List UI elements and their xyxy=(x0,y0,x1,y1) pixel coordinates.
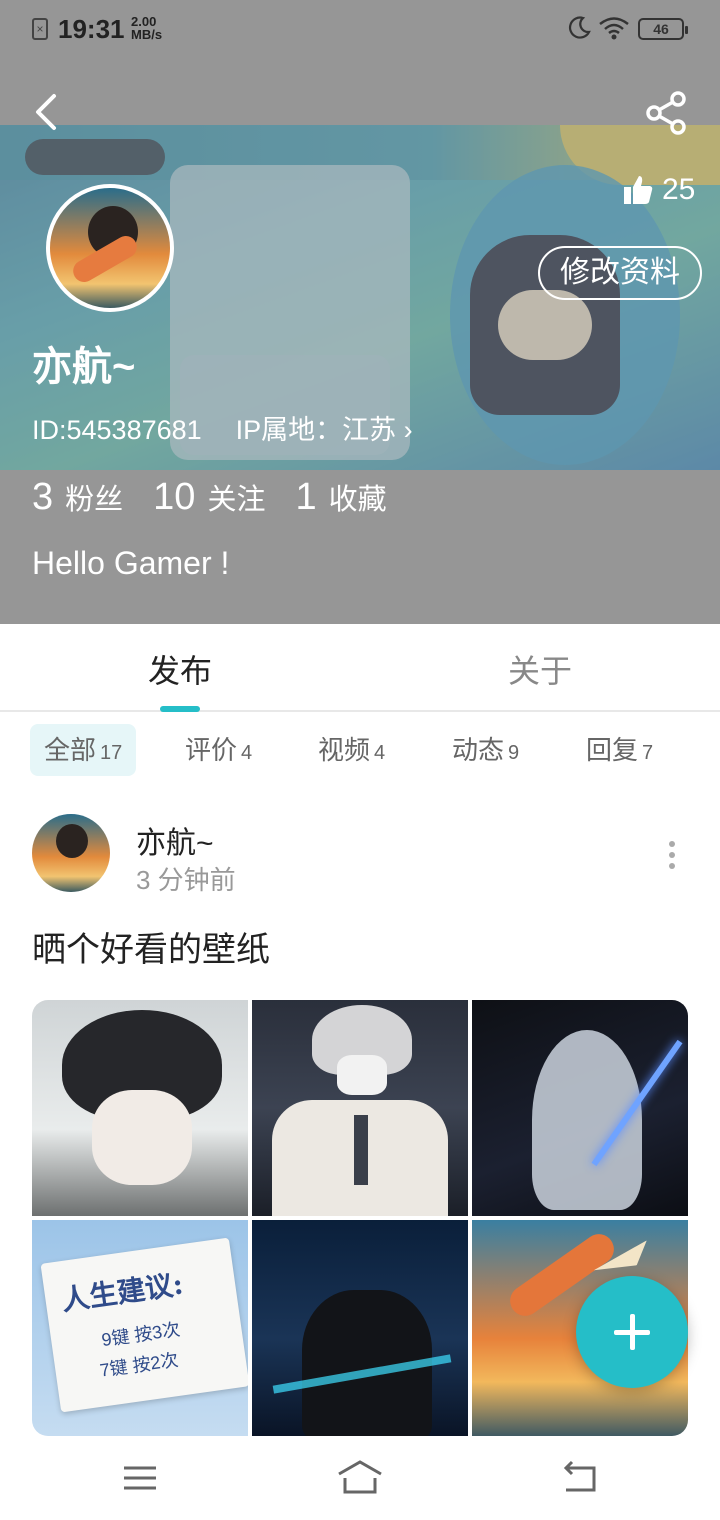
filter-replies[interactable]: 回复 7 xyxy=(572,724,667,776)
favorites-label[interactable]: 收藏 xyxy=(329,476,387,518)
edit-profile-button[interactable]: 修改资料 xyxy=(538,246,702,300)
home-icon[interactable] xyxy=(336,1458,384,1498)
post-image-1[interactable] xyxy=(32,1000,248,1216)
plus-icon[interactable] xyxy=(576,1276,688,1388)
filter-bar: 全部 17 评价 4 视频 4 动态 9 回复 7 xyxy=(0,712,720,792)
share-icon[interactable] xyxy=(644,90,690,136)
following-count[interactable]: 10 xyxy=(153,476,195,519)
tab-about[interactable]: 关于 xyxy=(360,646,720,692)
wifi-icon xyxy=(599,17,629,40)
status-time: 19:31 xyxy=(58,14,125,44)
user-id: ID:545387681 xyxy=(32,415,202,445)
profile-cover xyxy=(0,0,720,624)
network-speed: 2.00 MB/s xyxy=(131,14,163,42)
like-count: 25 xyxy=(662,173,696,206)
filter-reviews[interactable]: 评价 4 xyxy=(171,724,266,776)
system-nav-bar xyxy=(0,1436,720,1520)
like-counter[interactable]: 25 xyxy=(622,170,695,210)
tab-publish[interactable]: 发布 xyxy=(0,646,360,692)
post-image-2[interactable] xyxy=(252,1000,468,1216)
more-icon[interactable] xyxy=(660,838,684,872)
post-title[interactable]: 晒个好看的壁纸 xyxy=(32,922,270,971)
filter-moments[interactable]: 动态 9 xyxy=(438,724,533,776)
favorites-count[interactable]: 1 xyxy=(295,476,316,519)
back-icon[interactable] xyxy=(28,92,68,132)
return-icon[interactable] xyxy=(560,1458,600,1498)
post-image-5[interactable] xyxy=(252,1220,468,1436)
profile-avatar[interactable] xyxy=(46,184,174,312)
profile-nickname: 亦航~ xyxy=(32,345,136,389)
fans-count[interactable]: 3 xyxy=(32,476,53,519)
note-text-line3: 7键 按2次 xyxy=(98,1349,180,1381)
fans-label[interactable]: 粉丝 xyxy=(65,476,123,518)
filter-all[interactable]: 全部 17 xyxy=(30,724,137,776)
thumbs-up-icon xyxy=(624,176,653,204)
post-time: 3 分钟前 xyxy=(136,865,236,895)
profile-bio: Hello Gamer ! xyxy=(32,545,230,581)
post-author-name[interactable]: 亦航~ xyxy=(136,818,214,862)
post-image-4[interactable]: 人生建议: 9键 按3次 7键 按2次 xyxy=(32,1220,248,1436)
ip-location-link[interactable]: IP属地：江苏 › xyxy=(236,415,413,445)
moon-icon xyxy=(568,16,591,39)
sim-icon: × xyxy=(32,18,48,40)
status-bar: × 19:31 2.00 MB/s 46 xyxy=(0,0,720,60)
post-image-grid: 人生建议: 9键 按3次 7键 按2次 xyxy=(32,1000,688,1436)
profile-stats: 3 粉丝 10 关注 1 收藏 xyxy=(32,476,417,519)
filter-videos[interactable]: 视频 4 xyxy=(304,724,399,776)
following-label[interactable]: 关注 xyxy=(207,476,265,518)
battery-icon: 46 xyxy=(638,18,688,40)
id-line: ID:545387681 IP属地：江苏 › xyxy=(32,408,413,447)
post-author-avatar[interactable] xyxy=(32,814,110,892)
menu-icon[interactable] xyxy=(120,1458,160,1498)
note-text-line1: 人生建议: xyxy=(59,1267,186,1318)
profile-tabs: 发布 关于 xyxy=(0,624,720,712)
post-image-3[interactable] xyxy=(472,1000,688,1216)
